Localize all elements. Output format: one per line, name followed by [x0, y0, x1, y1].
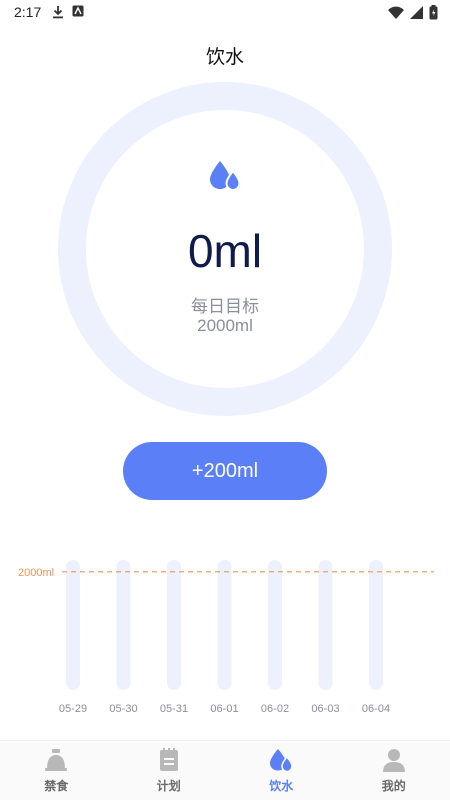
- status-bar: 2:17: [0, 0, 450, 26]
- daily-goal-label: 每日目标: [191, 297, 259, 317]
- status-time: 2:17: [14, 4, 42, 20]
- nav-item-water[interactable]: 饮水: [225, 741, 338, 800]
- goal-line-label: 2000ml: [18, 567, 54, 579]
- x-tick-label: 06-04: [362, 703, 390, 715]
- bar-track: [369, 560, 383, 690]
- fasting-icon: [45, 749, 68, 771]
- water-drop-icon: [210, 161, 241, 192]
- x-tick-label: 06-02: [261, 703, 289, 715]
- x-tick-label: 05-29: [59, 703, 87, 715]
- wifi-icon: [388, 6, 404, 19]
- bottom-nav: 禁食 计划 饮水 我的: [0, 740, 450, 800]
- bar-track: [268, 560, 282, 690]
- nav-label-water: 饮水: [269, 779, 294, 793]
- app-notification-icon: [72, 5, 84, 17]
- water-amount: 0ml: [187, 225, 263, 277]
- bar-track: [318, 560, 333, 690]
- nav-item-profile[interactable]: 我的: [338, 741, 450, 800]
- add-200ml-button[interactable]: +200ml: [123, 442, 327, 500]
- x-tick-label: 06-01: [210, 703, 238, 715]
- bar-track: [217, 560, 232, 690]
- x-tick-label: 05-30: [109, 703, 137, 715]
- nav-item-fasting[interactable]: 禁食: [0, 741, 113, 800]
- nav-label-profile: 我的: [381, 779, 406, 793]
- bar-track: [167, 560, 181, 690]
- weekly-intake-chart: 05-29 05-30 05-31 06-01 06-02 06-03 06-04 2000m…: [18, 560, 434, 715]
- nav-label-plan: 计划: [156, 779, 181, 793]
- water-drop-icon: [270, 749, 294, 773]
- page-title: 饮水: [205, 46, 244, 68]
- bar-track: [116, 560, 131, 690]
- download-icon: [53, 6, 63, 19]
- x-tick-label: 06-03: [311, 703, 339, 715]
- x-tick-label: 05-31: [160, 703, 188, 715]
- signal-icon: [410, 6, 423, 19]
- plan-icon: [159, 748, 178, 771]
- daily-goal-value: 2000ml: [197, 316, 253, 335]
- nav-item-plan[interactable]: 计划: [113, 741, 226, 800]
- profile-icon: [382, 749, 405, 772]
- bar-track: [66, 560, 80, 690]
- nav-label-fasting: 禁食: [44, 779, 69, 793]
- battery-icon: [429, 5, 438, 20]
